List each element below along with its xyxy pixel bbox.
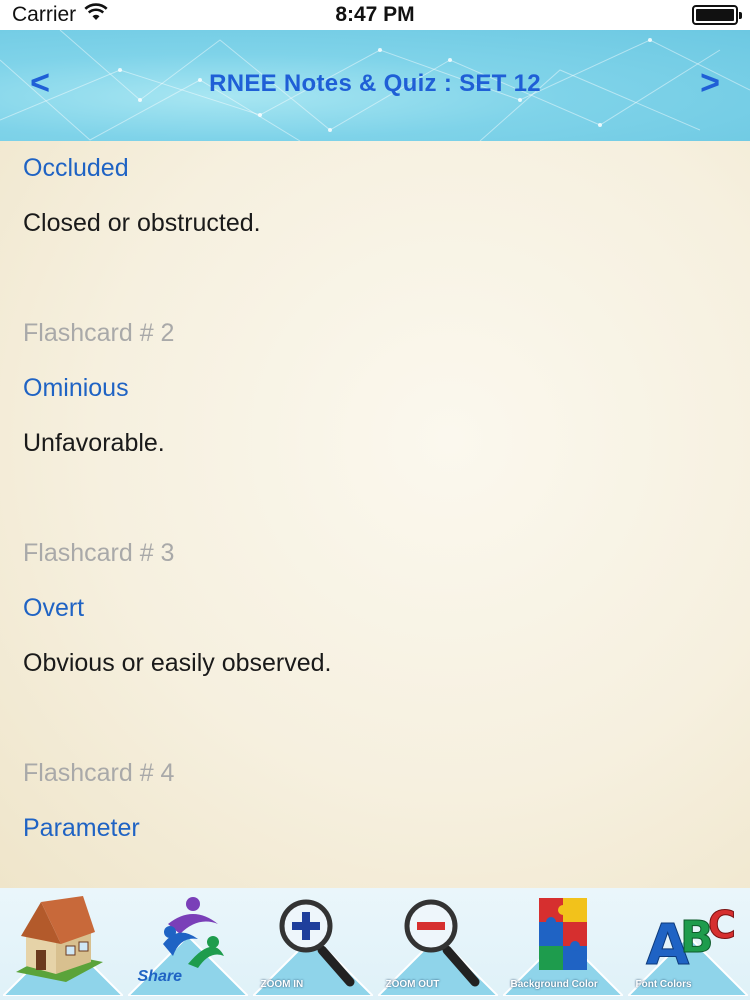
flashcard-number: Flashcard # 4 — [23, 759, 175, 787]
flashcard: Flashcard # 4 Parameter — [23, 746, 750, 856]
next-button[interactable]: > — [690, 64, 730, 103]
flashcard-number: Flashcard # 2 — [23, 319, 175, 347]
wifi-icon — [84, 3, 108, 27]
house-icon — [15, 896, 103, 982]
flashcard-term: Parameter — [23, 814, 140, 842]
zoom-out-label: ZOOM OUT — [385, 979, 440, 990]
share-icon — [162, 897, 224, 968]
status-bar: Carrier 8:47 PM — [0, 0, 750, 30]
page-title: RNEE Notes & Quiz : SET 12 — [209, 70, 541, 97]
status-left: Carrier — [12, 3, 108, 27]
font-color-label: Font Colors — [635, 979, 692, 990]
zoom-in-label: ZOOM IN — [260, 979, 304, 990]
zoom-in-icon — [279, 899, 354, 987]
battery-fill — [696, 9, 734, 21]
flashcard-term: Ominious — [23, 374, 129, 402]
abc-blocks-icon: A B C — [645, 903, 736, 979]
background-color-label: Background Color — [510, 979, 598, 990]
home-button[interactable] — [2, 888, 123, 1000]
bottom-toolbar: Share ZOOM IN ZOOM OUT Background Color … — [0, 888, 750, 1000]
share-button[interactable]: Share — [127, 888, 248, 1000]
status-time: 8:47 PM — [335, 3, 415, 26]
flashcard-number: Flashcard # 3 — [23, 539, 175, 567]
nav-bar: < RNEE Notes & Quiz : SET 12 > — [0, 30, 750, 141]
svg-text:C: C — [708, 903, 736, 947]
background-color-button[interactable]: Background Color — [502, 888, 623, 1000]
flashcard-definition: Obvious or easily observed. — [23, 649, 332, 677]
flashcard-term: Overt — [23, 594, 85, 622]
flashcard-definition: Unfavorable. — [23, 429, 165, 457]
flashcard: Flashcard # 3 Overt Obvious or easily ob… — [23, 526, 750, 746]
zoom-out-button[interactable]: ZOOM OUT — [377, 888, 498, 1000]
puzzle-icon — [538, 898, 587, 970]
font-color-button[interactable]: A B C Font Colors — [627, 888, 748, 1000]
flashcard-term: Occluded — [23, 154, 129, 182]
share-label: Share — [137, 968, 182, 985]
flashcard-definition: Closed or obstructed. — [23, 209, 261, 237]
carrier-label: Carrier — [12, 3, 77, 26]
flashcard: Flashcard # 2 Ominious Unfavorable. — [23, 306, 750, 526]
battery-icon — [692, 5, 742, 25]
flashcard: Occluded Closed or obstructed. — [23, 141, 750, 306]
flashcard-list[interactable]: Occluded Closed or obstructed. Flashcard… — [0, 141, 750, 888]
zoom-out-icon — [404, 899, 479, 987]
zoom-in-button[interactable]: ZOOM IN — [252, 888, 373, 1000]
